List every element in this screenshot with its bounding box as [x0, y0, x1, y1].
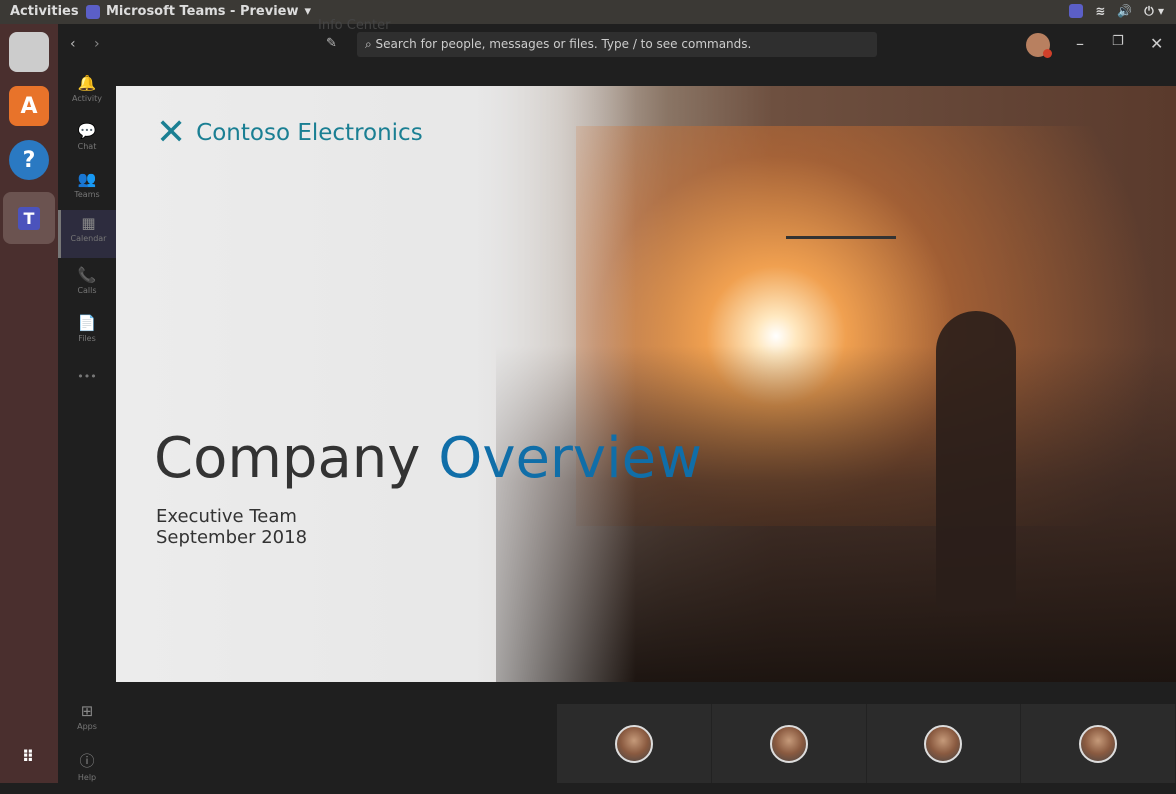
title-part: Company [154, 426, 421, 491]
compose-icon[interactable]: ✎ [326, 36, 337, 51]
participant-avatar [1079, 724, 1118, 763]
info-center-ghost-text: Info Center [318, 18, 391, 33]
rail-chat[interactable]: 💬 Chat [58, 118, 116, 166]
chevron-down-icon: ▾ [304, 4, 312, 19]
slide-fade [116, 86, 636, 682]
participant-tile[interactable] [711, 704, 867, 783]
participant-tile[interactable] [1021, 704, 1176, 783]
teams-app-icon[interactable]: T [3, 192, 55, 244]
software-store-icon[interactable]: A [9, 86, 49, 126]
rail-apps[interactable]: ⊞ Apps [58, 698, 116, 746]
help-circle-icon: ⓘ [79, 752, 95, 770]
search-input[interactable]: ⌕ Search for people, messages or files. … [357, 32, 877, 57]
back-button[interactable]: ‹ [70, 36, 76, 52]
participant-tile[interactable] [557, 704, 712, 783]
rail-label: Apps [77, 722, 97, 731]
brand-name: Contoso Electronics [196, 119, 423, 146]
teams-icon [86, 4, 100, 19]
rail-label: Calls [77, 286, 97, 295]
slide-title: Company Overview [154, 426, 702, 491]
phone-icon: 📞 [77, 266, 97, 284]
chat-icon: 💬 [77, 122, 97, 140]
participant-tile[interactable] [866, 704, 1022, 783]
rail-label: Teams [74, 190, 100, 199]
drone-image [786, 236, 896, 276]
slide-subtitle: Executive Team September 2018 [156, 506, 307, 548]
contoso-logo: ✕ Contoso Electronics [156, 112, 423, 153]
apps-icon: ⊞ [80, 702, 94, 720]
participant-avatar [924, 724, 963, 763]
rail-calls[interactable]: 📞 Calls [58, 262, 116, 310]
help-icon[interactable]: ? [9, 140, 49, 180]
rail-label: Activity [72, 94, 102, 103]
rail-files[interactable]: 📄 Files [58, 310, 116, 358]
rail-label: Files [78, 334, 96, 343]
file-cabinet-icon[interactable] [9, 32, 49, 72]
subtitle-date: September 2018 [156, 527, 308, 548]
teams-tray-icon[interactable] [1069, 4, 1084, 18]
volume-icon[interactable]: 🔊 [1117, 4, 1132, 19]
app-menu[interactable]: Microsoft Teams - Preview ▾ [86, 4, 311, 19]
teams-app-bar: 🔔 Activity 💬 Chat 👥 Teams ▦ Calendar 📞 Calls … [58, 24, 116, 783]
close-button[interactable]: ✕ [1150, 34, 1163, 53]
calendar-icon: ▦ [81, 214, 96, 232]
rail-teams[interactable]: 👥 Teams [58, 166, 116, 214]
search-icon: ⌕ [365, 37, 376, 51]
app-title: Microsoft Teams - Preview [106, 4, 299, 19]
rail-label: Chat [77, 142, 97, 151]
system-tray[interactable]: ≋ 🔊 ⏻ ▾ [1069, 4, 1164, 19]
minimize-button[interactable]: – [1076, 34, 1084, 53]
teams-icon: 👥 [77, 170, 97, 188]
subtitle-line: Executive Team [156, 506, 297, 527]
maximize-button[interactable]: ❐ [1112, 34, 1124, 49]
participant-avatar [769, 724, 808, 763]
participants-strip [557, 704, 1176, 783]
child-image [936, 311, 1016, 611]
file-icon: 📄 [77, 314, 97, 332]
show-apps-icon[interactable]: ⠿ [9, 736, 49, 776]
forward-button[interactable]: › [94, 36, 100, 52]
bell-icon: 🔔 [77, 74, 97, 92]
rail-label: Help [77, 773, 97, 782]
shared-presentation-slide: ✕ Contoso Electronics Company Overview E… [116, 86, 1176, 682]
rail-help[interactable]: ⓘ Help [58, 746, 116, 794]
rail-activity[interactable]: 🔔 Activity [58, 70, 116, 118]
drone-logo-icon: ✕ [156, 112, 187, 153]
rail-label: Calendar [70, 234, 107, 243]
user-avatar[interactable] [1026, 33, 1052, 58]
power-icon[interactable]: ⏻ ▾ [1144, 4, 1164, 19]
system-top-bar: Activities Microsoft Teams - Preview ▾ ≋ … [0, 0, 1176, 24]
dock: A ? T ⠿ [0, 24, 58, 783]
title-highlight: Overview [438, 426, 702, 491]
wifi-icon[interactable]: ≋ [1095, 4, 1105, 19]
rail-calendar[interactable]: ▦ Calendar [58, 210, 116, 258]
activities-button[interactable]: Activities [10, 4, 79, 19]
more-button[interactable]: ••• [58, 370, 116, 418]
search-placeholder: Search for people, messages or files. Ty… [375, 37, 752, 51]
participant-avatar [614, 724, 653, 763]
